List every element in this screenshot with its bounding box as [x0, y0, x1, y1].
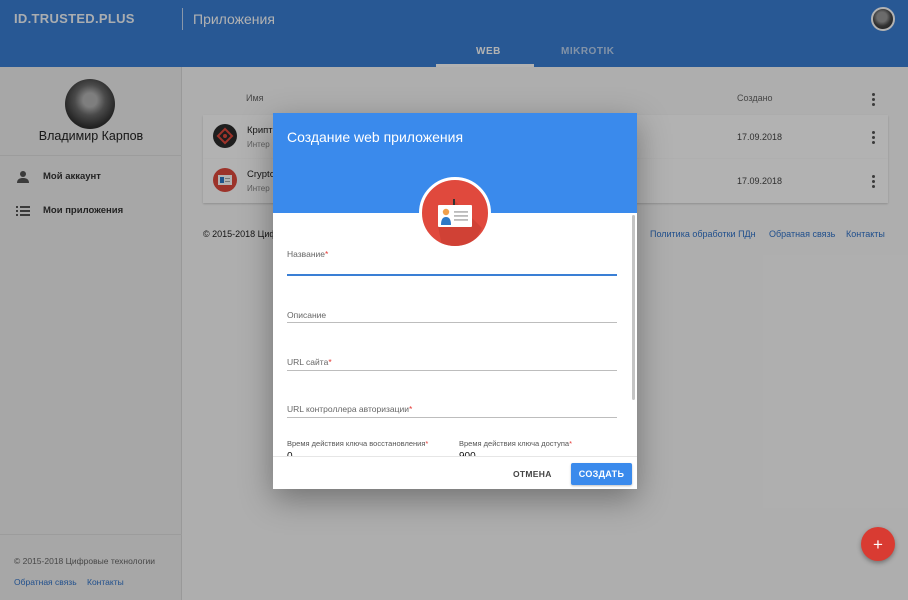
create-app-dialog: Создание web приложения Название* Описан… — [273, 113, 637, 489]
url-input-underline — [287, 370, 617, 371]
dialog-body: Название* Описание URL сайта* URL контро… — [273, 213, 637, 456]
cancel-button[interactable]: ОТМЕНА — [513, 469, 552, 479]
name-input-underline — [287, 274, 617, 276]
refresh-ttl-label: Время действия ключа восстановления — [287, 439, 426, 448]
auth-controller-url-field[interactable]: URL контроллера авторизации* — [287, 404, 617, 418]
required-mark: * — [328, 357, 332, 367]
create-button[interactable]: СОЗДАТЬ — [571, 463, 632, 485]
url-label: URL сайта — [287, 357, 329, 367]
required-mark: * — [569, 439, 572, 448]
auth-url-label: URL контроллера авторизации — [287, 404, 409, 414]
dialog-actions: ОТМЕНА СОЗДАТЬ — [273, 456, 637, 489]
add-app-button[interactable]: + — [861, 527, 895, 561]
access-key-ttl-field[interactable]: Время действия ключа доступа* 900 — [459, 439, 572, 456]
name-field[interactable]: Название* — [287, 249, 617, 276]
access-ttl-label: Время действия ключа доступа — [459, 439, 570, 448]
auth-url-input-underline — [287, 417, 617, 418]
scrollbar[interactable] — [632, 215, 635, 400]
description-label: Описание — [287, 310, 327, 320]
description-field[interactable]: Описание — [287, 310, 617, 323]
name-label: Название — [287, 249, 325, 259]
url-field[interactable]: URL сайта* — [287, 357, 617, 371]
id-card-icon — [419, 177, 491, 249]
description-input-underline — [287, 322, 617, 323]
required-mark: * — [408, 404, 413, 414]
dialog-title: Создание web приложения — [287, 129, 464, 145]
required-mark: * — [324, 249, 329, 259]
required-mark: * — [425, 439, 429, 448]
refresh-key-ttl-field[interactable]: Время действия ключа восстановления* 0 — [287, 439, 428, 456]
